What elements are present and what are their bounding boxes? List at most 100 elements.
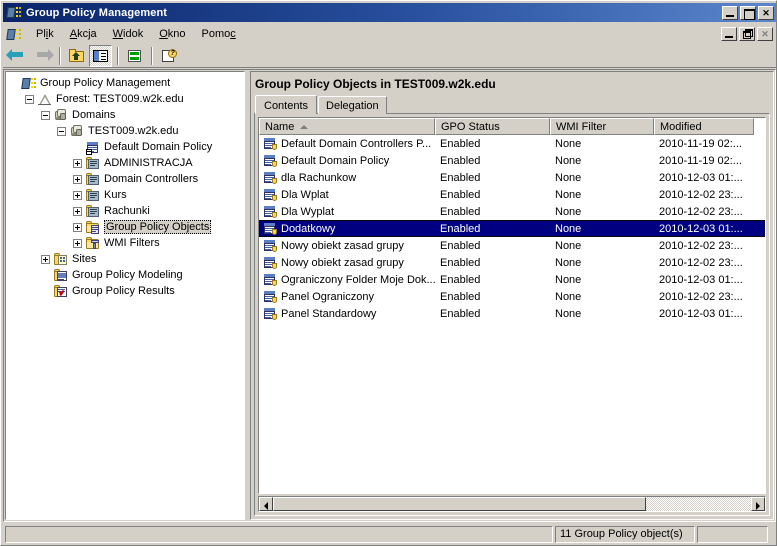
maximize-button[interactable] — [740, 6, 756, 20]
mdi-restore-button[interactable] — [739, 27, 755, 41]
expand-icon[interactable] — [73, 239, 82, 248]
modeling-icon — [53, 268, 69, 283]
tab-delegation[interactable]: Delegation — [318, 96, 387, 114]
tree-node-domain-controllers[interactable]: Domain Controllers — [9, 171, 244, 187]
scroll-left-button[interactable] — [259, 497, 273, 511]
menu-item-plik[interactable]: Plik — [28, 26, 62, 42]
column-header-name[interactable]: Name — [259, 118, 435, 135]
up-one-level-button[interactable] — [65, 45, 88, 67]
gpo-name-label: Ograniczony Folder Moje Dok... — [281, 274, 435, 286]
gpo-name-label: Default Domain Controllers P... — [281, 138, 431, 150]
cell-name: dla Rachunkow — [259, 170, 435, 185]
tree-node-label: TEST009.w2k.edu — [88, 125, 179, 137]
cell-modified: 2010-12-02 23:... — [654, 206, 754, 218]
column-header-modified[interactable]: Modified — [654, 118, 754, 135]
gpo-list-view[interactable]: NameGPO StatusWMI Filter Modified Default… — [258, 117, 766, 494]
expand-icon[interactable] — [73, 175, 82, 184]
menu-item-okno[interactable]: Okno — [151, 26, 193, 42]
ou-icon — [85, 204, 101, 219]
column-header-wmi-filter[interactable]: WMI Filter — [550, 118, 654, 135]
tree-node-label: Group Policy Objects — [104, 220, 211, 234]
expand-icon[interactable] — [73, 159, 82, 168]
expand-icon[interactable] — [41, 255, 50, 264]
table-row[interactable]: Nowy obiekt zasad grupyEnabledNone2010-1… — [259, 237, 765, 254]
tree-node-test009-w2k-edu[interactable]: TEST009.w2k.edu — [9, 123, 244, 139]
gpo-icon — [262, 136, 278, 151]
tree-node-sites[interactable]: Sites — [9, 251, 244, 267]
cell-modified: 2010-12-02 23:... — [654, 189, 754, 201]
gpo-name-label: Panel Standardowy — [281, 308, 376, 320]
tree-node-label: Sites — [72, 253, 96, 265]
menu-item-akcja[interactable]: Akcja — [62, 26, 105, 42]
cell-modified: 2010-12-02 23:... — [654, 291, 754, 303]
table-row[interactable]: DodatkowyEnabledNone2010-12-03 01:... — [259, 220, 765, 237]
expand-icon[interactable] — [73, 223, 82, 232]
gpo-icon — [262, 272, 278, 287]
horizontal-scrollbar[interactable] — [258, 496, 766, 512]
scroll-right-button[interactable] — [751, 497, 765, 511]
tree-node-administracja[interactable]: ADMINISTRACJA — [9, 155, 244, 171]
table-row[interactable]: Panel OgraniczonyEnabledNone2010-12-02 2… — [259, 288, 765, 305]
cell-modified: 2010-11-19 02:... — [654, 138, 754, 150]
table-row[interactable]: Dla WplatEnabledNone2010-12-02 23:... — [259, 186, 765, 203]
expand-icon[interactable] — [73, 191, 82, 200]
tree-node-kurs[interactable]: Kurs — [9, 187, 244, 203]
collapse-icon[interactable] — [25, 95, 34, 104]
refresh-button[interactable] — [123, 45, 146, 67]
toolbar: ? — [3, 44, 776, 68]
menu-item-widok[interactable]: Widok — [105, 26, 152, 42]
tree-node-wmi-filters[interactable]: WMI Filters — [9, 235, 244, 251]
collapse-icon[interactable] — [57, 127, 66, 136]
menu-item-pomoc[interactable]: Pomoc — [194, 26, 244, 42]
scrollbar-thumb[interactable] — [273, 497, 646, 511]
expand-icon[interactable] — [73, 207, 82, 216]
cell-modified: 2010-12-02 23:... — [654, 240, 754, 252]
table-row[interactable]: dla RachunkowEnabledNone2010-12-03 01:..… — [259, 169, 765, 186]
show-console-tree-button[interactable] — [89, 45, 112, 67]
tree-node-group-policy-results[interactable]: Group Policy Results — [9, 283, 244, 299]
tree-node-group-policy-management[interactable]: Group Policy Management — [9, 75, 244, 91]
cell-gpo-status: Enabled — [435, 274, 550, 286]
cell-name: Default Domain Policy — [259, 153, 435, 168]
close-button[interactable]: ✕ — [758, 6, 774, 20]
collapse-icon[interactable] — [41, 111, 50, 120]
table-row[interactable]: Nowy obiekt zasad grupyEnabledNone2010-1… — [259, 254, 765, 271]
table-row[interactable]: Ograniczony Folder Moje Dok...EnabledNon… — [259, 271, 765, 288]
refresh-icon — [126, 48, 144, 64]
table-row[interactable]: Dla WyplatEnabledNone2010-12-02 23:... — [259, 203, 765, 220]
mdi-minimize-button[interactable] — [721, 27, 737, 41]
tree-node-group-policy-modeling[interactable]: Group Policy Modeling — [9, 267, 244, 283]
forward-button[interactable] — [31, 45, 54, 67]
table-row[interactable]: Default Domain PolicyEnabledNone2010-11-… — [259, 152, 765, 169]
mdi-close-button[interactable]: ✕ — [757, 27, 773, 41]
table-row[interactable]: Panel StandardowyEnabledNone2010-12-03 0… — [259, 305, 765, 322]
table-row[interactable]: Default Domain Controllers P...EnabledNo… — [259, 135, 765, 152]
status-panel-extra — [697, 526, 768, 543]
console-tree-icon — [92, 48, 110, 64]
title-bar[interactable]: Group Policy Management ✕ — [3, 3, 776, 22]
cell-wmi-filter: None — [550, 138, 654, 150]
tree-node-domains[interactable]: Domains — [9, 107, 244, 123]
tree-node-forest-test009-w2k-edu[interactable]: Forest: TEST009.w2k.edu — [9, 91, 244, 107]
tree-node-rachunki[interactable]: Rachunki — [9, 203, 244, 219]
tree-node-group-policy-objects[interactable]: Group Policy Objects — [9, 219, 244, 235]
column-header-label: Modified — [660, 121, 702, 133]
tree-node-label: Group Policy Modeling — [72, 269, 183, 281]
group-policy-management-window: Group Policy Management ✕ Plik Akcja Wid… — [0, 0, 777, 546]
tree-node-label: Default Domain Policy — [104, 141, 212, 153]
cell-wmi-filter: None — [550, 223, 654, 235]
minimize-button[interactable] — [722, 6, 738, 20]
help-button[interactable]: ? — [157, 45, 180, 67]
tab-contents[interactable]: Contents — [255, 95, 317, 114]
scrollbar-track[interactable] — [273, 497, 751, 511]
cell-name: Default Domain Controllers P... — [259, 136, 435, 151]
console-tree-pane[interactable]: Group Policy ManagementForest: TEST009.w… — [5, 71, 245, 520]
cell-wmi-filter: None — [550, 274, 654, 286]
tree-node-label: WMI Filters — [104, 237, 160, 249]
gpo-icon — [262, 221, 278, 236]
back-button[interactable] — [7, 45, 30, 67]
column-header-gpo-status[interactable]: GPO Status — [435, 118, 550, 135]
tree-node-label: Kurs — [104, 189, 127, 201]
cell-gpo-status: Enabled — [435, 257, 550, 269]
tree-node-default-domain-policy[interactable]: Default Domain Policy — [9, 139, 244, 155]
